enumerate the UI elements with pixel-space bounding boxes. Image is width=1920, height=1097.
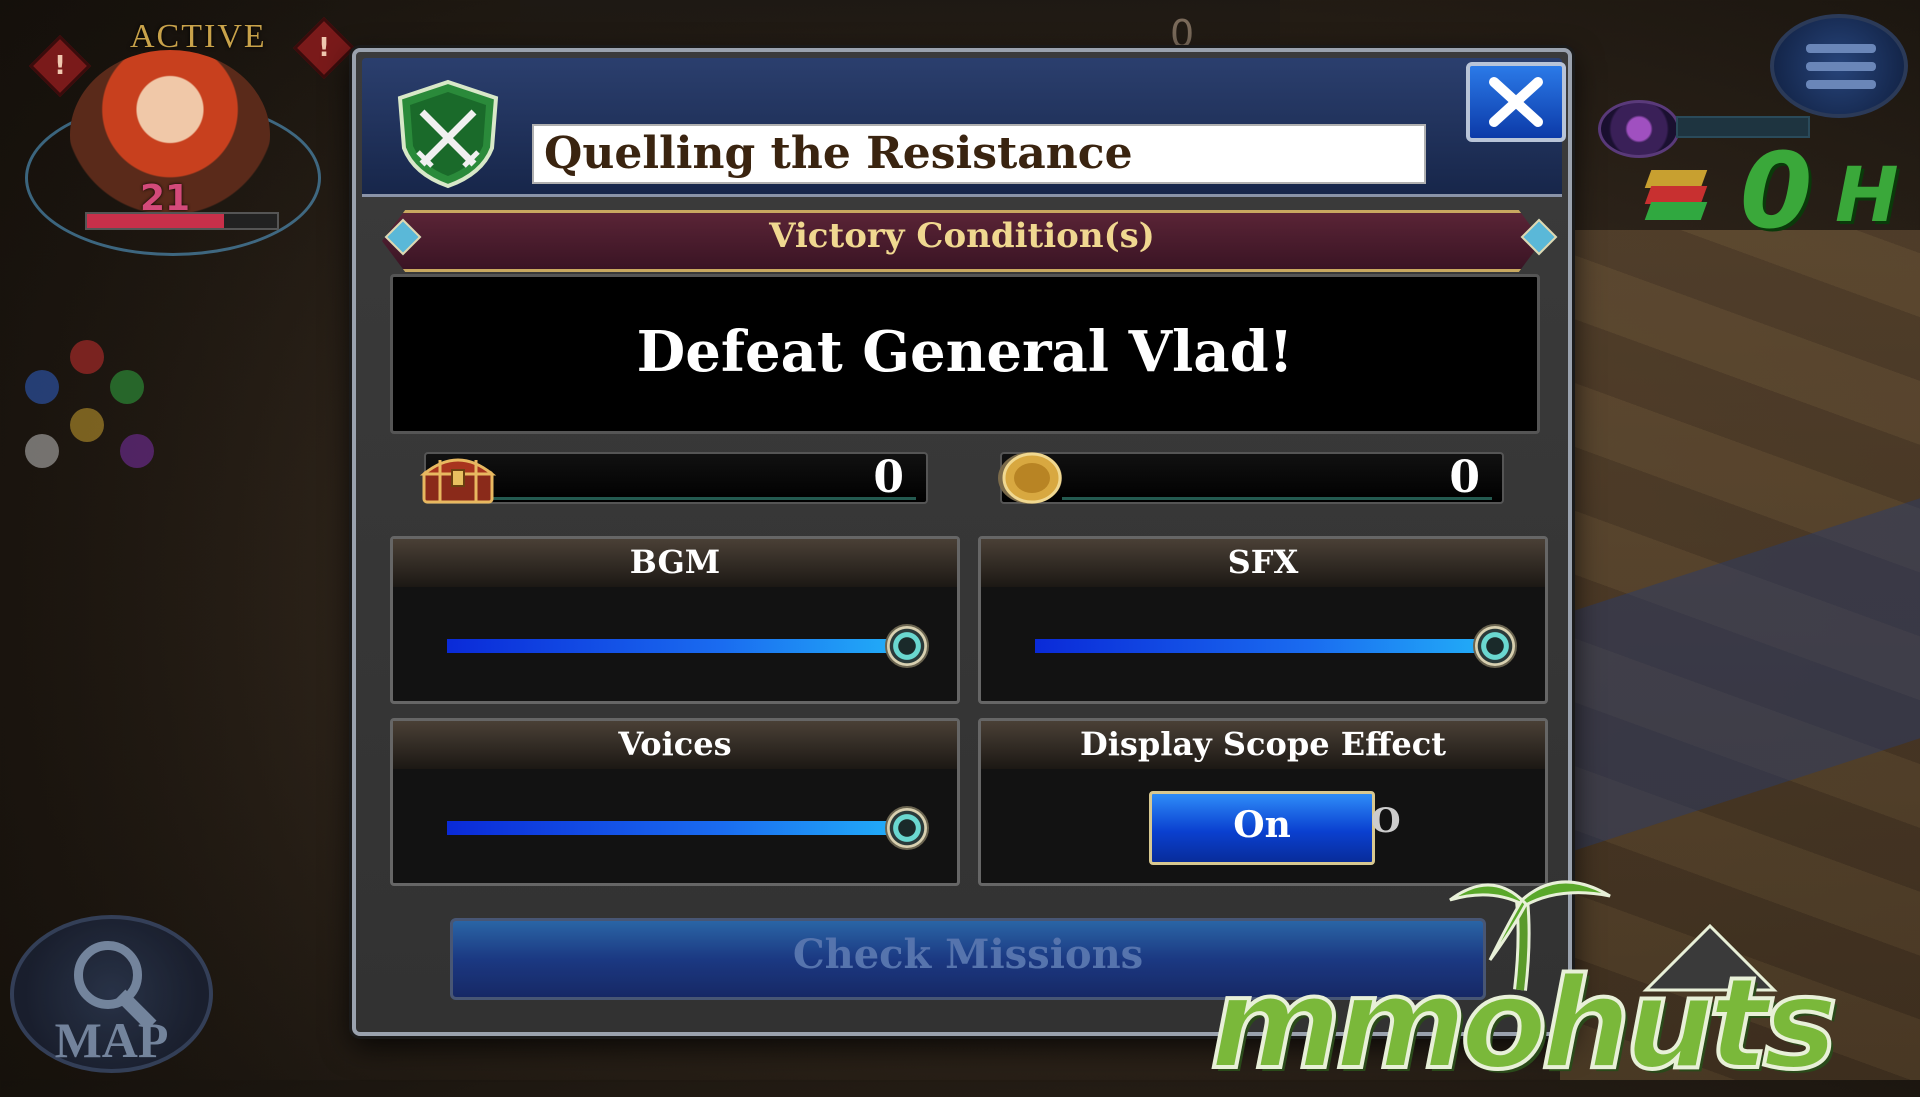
voices-panel: Voices	[390, 718, 960, 886]
close-icon	[1489, 77, 1543, 127]
bgm-slider-knob[interactable]	[885, 624, 929, 668]
mission-title: Quelling the Resistance	[544, 128, 1133, 179]
sfx-panel: SFX	[978, 536, 1548, 704]
watermark-logo: mmohuts	[1200, 860, 1920, 1097]
chest-reward-bar: 0	[419, 452, 928, 504]
magnifier-icon	[74, 941, 142, 1009]
element-wheel	[20, 330, 160, 470]
gold-coin-icon	[998, 452, 1062, 504]
active-label: ACTIVE	[130, 18, 267, 55]
close-button[interactable]	[1466, 62, 1566, 142]
victory-condition-header: Victory Condition(s)	[769, 216, 1155, 256]
fire-orb-icon	[70, 340, 104, 374]
scope-off-button[interactable]: O	[1371, 801, 1401, 841]
stack-icon	[1644, 170, 1708, 220]
voices-slider-fill	[447, 821, 905, 835]
chest-count: 0	[873, 452, 904, 503]
menu-button[interactable]	[1770, 14, 1908, 118]
water-orb-icon	[25, 370, 59, 404]
coin-reward-bar: 0	[998, 452, 1504, 504]
treasure-chest-icon	[419, 458, 497, 504]
bgm-label: BGM	[629, 543, 721, 581]
voices-slider[interactable]	[447, 806, 929, 850]
hero-hp-fill	[87, 214, 224, 228]
eye-icon	[1598, 100, 1680, 158]
sfx-slider[interactable]	[1035, 624, 1517, 668]
menu-icon	[1806, 44, 1876, 53]
dark-orb-icon	[120, 434, 154, 468]
scope-on-button[interactable]: On	[1149, 791, 1375, 865]
bgm-panel: BGM	[390, 536, 960, 704]
top-hud-strip	[520, 0, 1280, 44]
watermark-text: mmohuts	[1208, 948, 1840, 1097]
sfx-label: SFX	[1227, 543, 1299, 581]
earth-orb-icon	[70, 408, 104, 442]
map-label: MAP	[54, 1012, 169, 1068]
voices-label: Voices	[618, 725, 732, 763]
mission-title-box: Quelling the Resistance	[532, 124, 1426, 184]
resource-count: 0	[1740, 130, 1813, 252]
sfx-slider-knob[interactable]	[1473, 624, 1517, 668]
wind-orb-icon	[110, 370, 144, 404]
voices-slider-knob[interactable]	[885, 806, 929, 850]
bgm-slider-fill	[447, 639, 905, 653]
bgm-slider[interactable]	[447, 624, 929, 668]
currency-symbol: H	[1835, 150, 1899, 239]
sfx-slider-fill	[1035, 639, 1493, 653]
map-button[interactable]: MAP	[10, 915, 213, 1073]
dialog-header: Quelling the Resistance	[362, 58, 1566, 197]
coin-count: 0	[1449, 452, 1480, 503]
crossed-swords-shield-icon	[392, 78, 504, 190]
scope-on-label: On	[1233, 804, 1291, 846]
hero-hp-bar	[85, 212, 279, 230]
light-orb-icon	[25, 434, 59, 468]
scope-effect-label: Display Scope Effect	[1079, 725, 1446, 763]
objective-box: Defeat General Vlad!	[390, 274, 1540, 434]
objective-text: Defeat General Vlad!	[636, 319, 1294, 385]
